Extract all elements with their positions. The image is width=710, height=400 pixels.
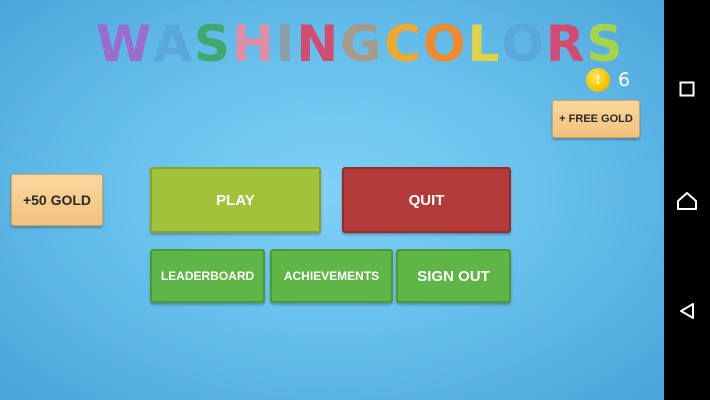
title-letter: O (501, 15, 545, 73)
title-letter: C (384, 15, 422, 73)
title-letter: S (586, 15, 624, 73)
gold-coin-icon: ! (586, 68, 610, 92)
back-icon (680, 303, 694, 319)
back-button[interactable] (664, 288, 710, 334)
title-letter: H (231, 15, 275, 73)
game-title: WASHINGCOLORS (96, 14, 622, 74)
title-letter: I (275, 15, 296, 73)
game-screen: WASHINGCOLORS ! 6 + FREE GOLD +50 GOLD P… (0, 0, 664, 400)
home-button[interactable] (664, 178, 710, 224)
title-letter: N (296, 15, 340, 73)
achievements-button[interactable]: ACHIEVEMENTS (270, 249, 393, 303)
home-icon (677, 192, 697, 210)
title-letter: W (96, 15, 153, 73)
plus-50-gold-button[interactable]: +50 GOLD (11, 174, 103, 226)
play-button[interactable]: PLAY (150, 167, 321, 233)
recent-apps-button[interactable] (664, 66, 710, 112)
title-letter: L (467, 15, 501, 73)
title-letter: A (153, 15, 193, 73)
leaderboard-button[interactable]: LEADERBOARD (150, 249, 265, 303)
title-letter: G (340, 15, 383, 73)
sign-out-button[interactable]: SIGN OUT (396, 249, 511, 303)
title-letter: O (422, 15, 467, 73)
free-gold-button[interactable]: + FREE GOLD (552, 100, 640, 138)
title-letter: S (193, 15, 231, 73)
android-navigation-bar (664, 0, 710, 400)
coin-counter: ! 6 (586, 66, 630, 94)
quit-button[interactable]: QUIT (342, 167, 511, 233)
recent-apps-icon (679, 81, 695, 97)
coin-count: 6 (618, 69, 631, 91)
title-letter: R (545, 15, 586, 73)
